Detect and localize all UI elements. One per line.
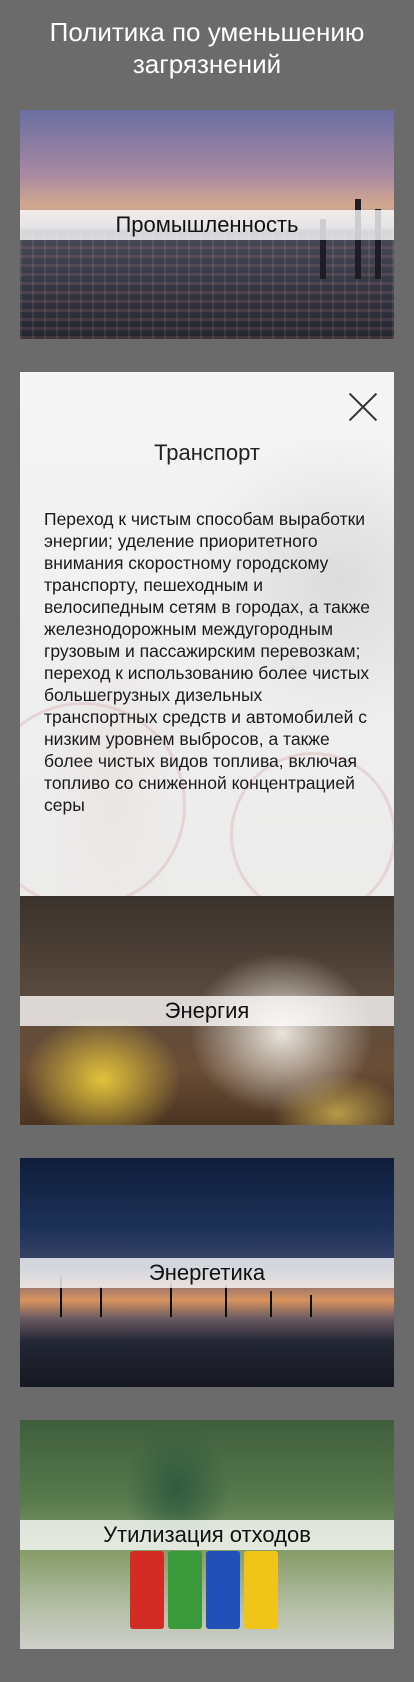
card-description: Переход к чистым способам выработки энер… [44, 509, 371, 815]
bin-shape [168, 1551, 202, 1629]
card-label: Энергия [20, 996, 394, 1026]
turbine-shape [270, 1291, 272, 1317]
turbine-shape [170, 1283, 172, 1317]
turbine-shape [310, 1295, 312, 1317]
turbine-shape [100, 1287, 102, 1317]
bin-shape [244, 1551, 278, 1629]
card-label: Промышленность [20, 210, 394, 240]
card-transport-expanded: Транспорт Переход к чистым способам выра… [20, 372, 394, 896]
close-icon[interactable] [348, 392, 378, 422]
bin-shape [130, 1551, 164, 1629]
turbine-shape [225, 1285, 227, 1317]
industry-image [20, 229, 394, 339]
card-label: Утилизация отходов [20, 1520, 394, 1550]
bin-shape [206, 1551, 240, 1629]
page-title: Политика по уменьшению загрязнений [49, 17, 365, 79]
card-title: Транспорт [154, 440, 260, 465]
card-power[interactable]: Энергетика [20, 1158, 394, 1387]
card-industry[interactable]: Промышленность [20, 110, 394, 339]
card-energy[interactable]: Энергия [20, 896, 394, 1125]
card-label: Энергетика [20, 1258, 394, 1288]
card-waste[interactable]: Утилизация отходов [20, 1420, 394, 1649]
